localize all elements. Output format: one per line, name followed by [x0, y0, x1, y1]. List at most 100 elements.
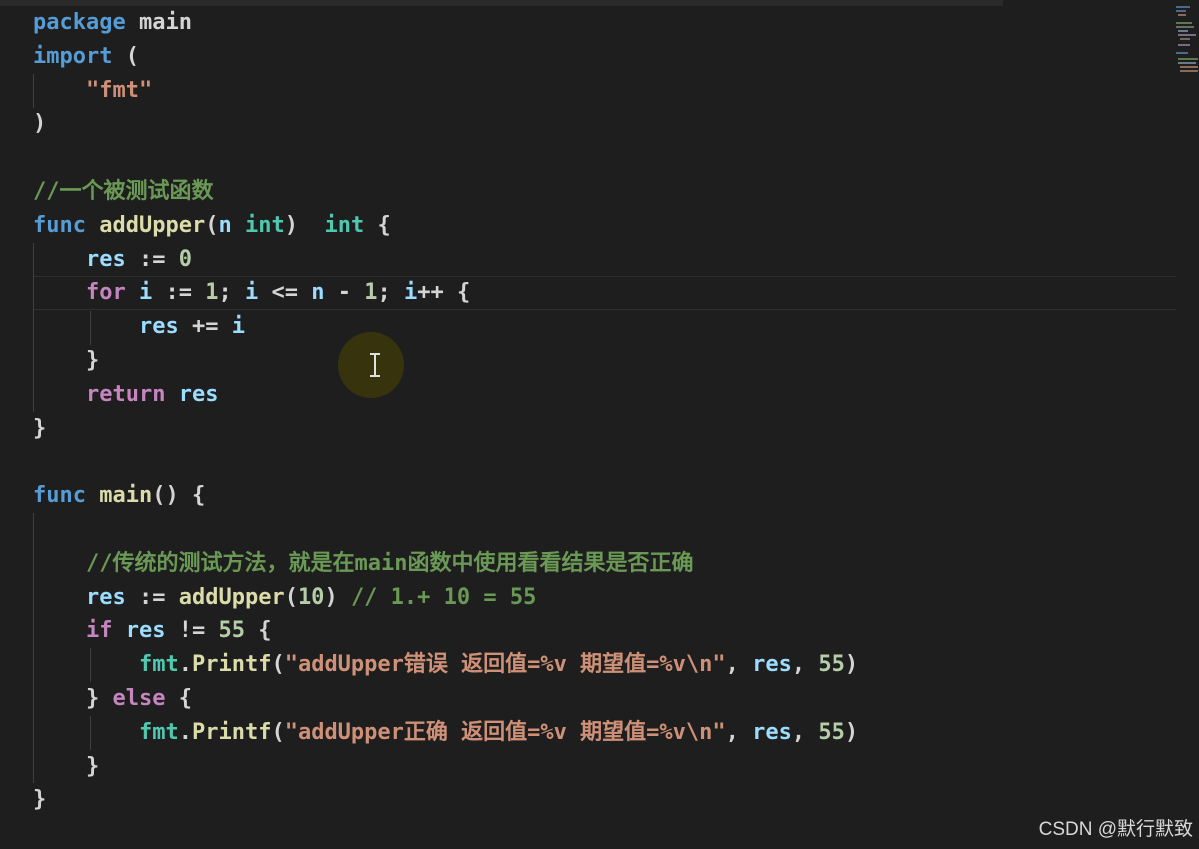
code-token: "fmt"	[85, 77, 153, 103]
code-token: .	[178, 652, 192, 678]
code-token: ++ {	[417, 280, 471, 306]
code-token: {	[165, 685, 192, 711]
code-token: Printf	[191, 719, 272, 745]
code-token: fmt	[138, 719, 179, 745]
code-line[interactable]: }	[33, 783, 858, 817]
code-token: else	[112, 685, 166, 711]
code-token: 55	[818, 652, 845, 678]
code-token: ,	[725, 719, 753, 745]
code-token: ,	[725, 652, 753, 678]
code-token: // 1.+ 10 = 55	[350, 584, 537, 610]
code-line[interactable]: import (	[33, 40, 858, 74]
code-line[interactable]: res += i	[33, 310, 858, 344]
code-token: 55	[818, 719, 845, 745]
code-token: (	[112, 43, 139, 69]
code-token: }	[33, 415, 47, 441]
code-token: )	[844, 652, 859, 678]
code-token: i	[244, 280, 259, 306]
code-line[interactable]: "fmt"	[33, 74, 858, 108]
code-line[interactable]: for i := 1; i <= n - 1; i++ {	[33, 276, 858, 310]
code-token: res	[138, 314, 179, 340]
code-token: !=	[165, 618, 219, 644]
code-token: main	[99, 483, 153, 509]
code-line[interactable]: )	[33, 107, 858, 141]
code-line[interactable]	[33, 445, 858, 479]
code-token: func	[33, 483, 86, 509]
code-token: //一个被测试函数	[33, 178, 214, 204]
code-token: {	[364, 212, 391, 238]
code-token: import	[33, 43, 113, 69]
code-line[interactable]: //传统的测试方法，就是在main函数中使用看看结果是否正确	[33, 547, 858, 581]
code-token: if	[85, 618, 113, 644]
code-token: 55	[218, 618, 245, 644]
code-token: fmt	[138, 652, 179, 678]
code-line[interactable]	[33, 141, 858, 175]
code-line[interactable]: package main	[33, 6, 858, 40]
code-token: int	[244, 212, 285, 238]
code-token: {	[244, 618, 272, 644]
code-token: ,	[791, 652, 819, 678]
code-token: "addUpper错误 返回值=%v 期望值=%v\n"	[284, 652, 726, 678]
code-line[interactable]: fmt.Printf("addUpper错误 返回值=%v 期望值=%v\n",…	[33, 648, 858, 682]
code-editor[interactable]: package main import ( "fmt") //一个被测试函数 fun…	[0, 0, 1199, 849]
code-token: )	[844, 719, 859, 745]
code-line[interactable]: func addUpper(n int) int {	[33, 209, 858, 243]
code-token: }	[33, 347, 100, 373]
code-token: () {	[152, 483, 206, 509]
code-token: )	[284, 212, 325, 238]
code-token: int	[324, 212, 365, 238]
code-token: )	[33, 111, 47, 137]
code-line[interactable]: func main() {	[33, 479, 858, 513]
code-token: :=	[125, 246, 179, 272]
code-area[interactable]: package main import ( "fmt") //一个被测试函数 fun…	[33, 6, 858, 817]
code-token: :=	[152, 280, 206, 306]
code-token: }	[33, 685, 113, 711]
code-token: (	[271, 652, 285, 678]
code-token: }	[33, 753, 100, 779]
code-token: n	[218, 212, 232, 238]
code-line[interactable]	[33, 513, 858, 547]
code-line[interactable]: }	[33, 412, 858, 446]
code-token: 0	[178, 246, 192, 272]
code-line[interactable]: if res != 55 {	[33, 614, 858, 648]
code-token: addUpper	[178, 584, 285, 610]
code-token: ;	[218, 280, 245, 306]
code-token: ;	[377, 280, 404, 306]
code-line[interactable]: return res	[33, 378, 858, 412]
code-token: 1	[205, 280, 219, 306]
code-token: res	[178, 381, 219, 407]
code-token: package	[33, 10, 126, 35]
code-line[interactable]: }	[33, 344, 858, 378]
code-token: res	[752, 652, 792, 678]
code-token: :=	[125, 584, 179, 610]
code-token: addUpper	[99, 212, 206, 238]
code-token: 1	[364, 280, 378, 306]
code-token: "addUpper正确 返回值=%v 期望值=%v\n"	[284, 719, 726, 745]
code-token: i	[138, 280, 153, 306]
code-token: i	[231, 314, 245, 340]
code-line[interactable]: }	[33, 750, 858, 784]
code-token: (	[284, 584, 298, 610]
code-token: )	[324, 584, 351, 610]
code-token: func	[33, 212, 86, 238]
code-line[interactable]: //一个被测试函数	[33, 175, 858, 209]
code-token: .	[178, 719, 192, 745]
code-line[interactable]: res := addUpper(10) // 1.+ 10 = 55	[33, 581, 858, 615]
code-token: i	[403, 280, 418, 306]
code-line[interactable]: res := 0	[33, 243, 858, 277]
code-line[interactable]: fmt.Printf("addUpper正确 返回值=%v 期望值=%v\n",…	[33, 716, 858, 750]
text-cursor-icon	[370, 353, 380, 377]
minimap[interactable]	[1174, 4, 1198, 74]
code-line[interactable]: } else {	[33, 682, 858, 716]
